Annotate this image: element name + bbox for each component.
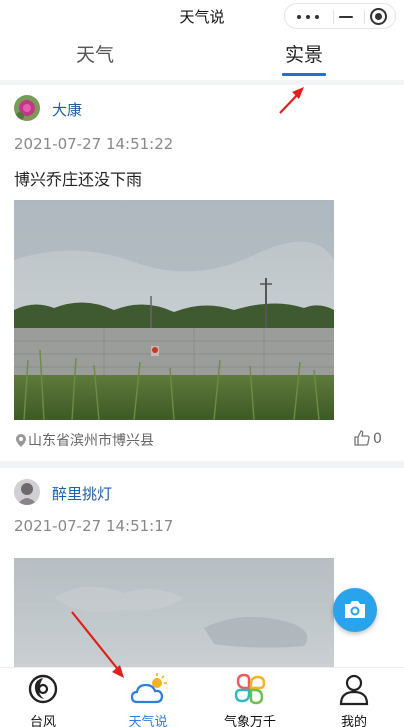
- post-location: 山东省滨州市博兴县: [16, 430, 154, 451]
- tab-live-scene[interactable]: 实景: [264, 40, 344, 76]
- like-button[interactable]: 0: [354, 430, 382, 447]
- tabbar-label: 天气说: [128, 715, 168, 727]
- tabbar-item-weather-talk[interactable]: 天气说: [107, 668, 187, 727]
- user-icon: [337, 672, 371, 706]
- post-separator: [0, 461, 404, 468]
- post-username[interactable]: 大康: [52, 99, 82, 120]
- miniapp-capsule: [284, 3, 396, 29]
- thumbs-up-icon: [354, 430, 373, 447]
- minimize-icon[interactable]: [335, 9, 357, 25]
- post-photo[interactable]: [14, 558, 334, 667]
- tabbar-label: 气象万千: [223, 715, 276, 727]
- title-bar: 天气说: [0, 0, 404, 32]
- tab-weather[interactable]: 天气: [55, 40, 135, 74]
- close-icon[interactable]: [370, 8, 387, 25]
- post-card: 大康 2021-07-27 14:51:22 博兴乔庄还没下雨 山东省滨州市博兴…: [0, 85, 404, 461]
- post-time: 2021-07-27 14:51:17: [14, 517, 174, 535]
- like-count: 0: [373, 431, 382, 447]
- capsule-divider: [364, 10, 365, 24]
- post-photo[interactable]: [14, 200, 334, 420]
- typhoon-icon: [26, 672, 60, 706]
- cloud-sun-icon: [130, 672, 167, 706]
- clover-icon: [233, 672, 267, 706]
- location-text: 山东省滨州市博兴县: [28, 433, 154, 449]
- tabbar-label: 台风: [29, 715, 56, 727]
- active-tab-indicator: [282, 73, 326, 76]
- post-time: 2021-07-27 14:51:22: [14, 135, 174, 153]
- avatar[interactable]: [14, 95, 40, 121]
- more-icon[interactable]: [297, 15, 319, 19]
- post-username[interactable]: 醉里挑灯: [52, 483, 112, 504]
- bottom-tab-bar: 台风 天气说 气象万千 我的: [0, 667, 404, 727]
- capsule-divider: [333, 10, 334, 24]
- post-caption: 博兴乔庄还没下雨: [14, 170, 143, 189]
- tabbar-item-typhoon[interactable]: 台风: [2, 668, 82, 727]
- camera-button[interactable]: [333, 588, 377, 632]
- tabbar-label: 我的: [340, 715, 367, 727]
- location-pin-icon: [16, 434, 26, 451]
- tab-label: 实景: [284, 44, 323, 66]
- post-card: 醉里挑灯 2021-07-27 14:51:17: [0, 468, 404, 667]
- tabbar-item-me[interactable]: 我的: [313, 668, 393, 727]
- tab-label: 天气: [75, 44, 114, 66]
- tabbar-item-weather-variety[interactable]: 气象万千: [209, 668, 289, 727]
- avatar[interactable]: [14, 479, 40, 505]
- top-tabs: 天气 实景: [0, 32, 404, 80]
